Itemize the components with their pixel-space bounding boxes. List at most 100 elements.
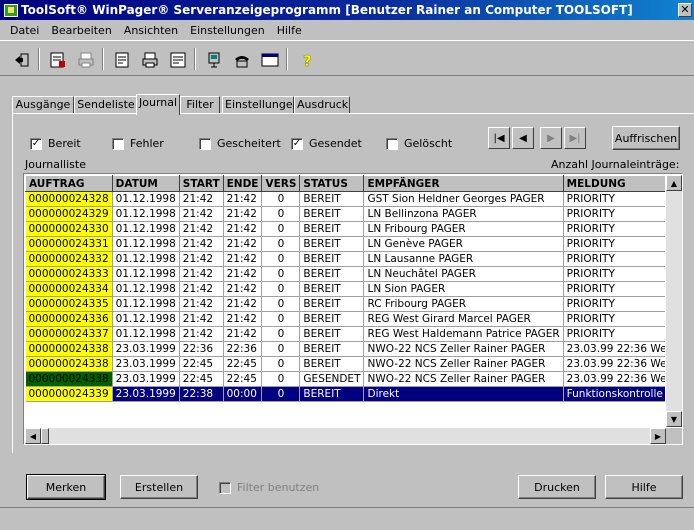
table-cell: 000000024333 [25,266,113,282]
table-row[interactable]: 000000024337 01.12.1998 21:42 21:42 0 BEREIT R… [25,326,665,342]
column-header[interactable]: START [178,175,224,192]
app-icon [4,3,18,17]
table-row[interactable]: 000000024335 01.12.1998 21:42 21:42 0 BEREIT R… [25,296,665,312]
next-record-button[interactable]: ▶ [540,127,562,149]
table-row[interactable]: 000000024338 23.03.1999 22:45 22:45 0 BEREIT N… [25,356,665,372]
menu-datei[interactable]: Datei [4,24,45,37]
menu-bearbeiten[interactable]: Bearbeiten [45,24,117,37]
column-header[interactable]: AUFTRAG [25,175,113,192]
title-bar[interactable]: ToolSoft® WinPager® Serveranzeigeprogram… [0,0,694,20]
column-header[interactable]: VERS [261,175,301,192]
properties-icon[interactable] [166,49,190,71]
phone-icon[interactable] [230,49,254,71]
journal-grid[interactable]: AUFTRAG DATUM START ENDE VERS STATUS EMPFÄNGER… [23,173,683,445]
table-cell: 0 [261,236,301,252]
menu-ansichten[interactable]: Ansichten [118,24,184,37]
column-header[interactable]: EMPFÄNGER [363,175,564,192]
checkbox[interactable]: ✓ [30,137,42,150]
scroll-up-icon[interactable]: ▲ [666,175,682,191]
tab-einstellungen[interactable]: Einstellungen [222,96,300,114]
toolbar-separator [38,48,40,70]
tab-ausgaenge[interactable]: Ausgänge [12,96,74,114]
table-cell: 21:42 [223,296,263,312]
table-row[interactable]: 000000024329 01.12.1998 21:42 21:42 0 BEREIT L… [25,206,665,222]
table-row[interactable]: 000000024332 01.12.1998 21:42 21:42 0 BEREIT L… [25,251,665,267]
table-cell: 0 [261,341,301,357]
checkbox[interactable] [219,481,231,494]
table-cell: PRIORITY [563,221,665,237]
table-cell: PRIORITY [563,281,665,297]
column-header[interactable]: DATUM [111,175,180,192]
merken-button[interactable]: Merken [26,474,106,500]
clipboard-icon[interactable] [110,49,134,71]
checkbox[interactable] [112,137,124,150]
new-message-icon[interactable] [46,49,70,71]
refresh-button[interactable]: Auffrischen [612,126,680,150]
table-cell: 000000024338 [25,341,113,357]
printer-icon[interactable] [138,49,162,71]
tab-sendeliste[interactable]: Sendeliste [74,96,138,114]
horizontal-scrollbar[interactable]: ◀ ▶ [25,428,666,444]
close-button[interactable]: ✕ [678,3,692,17]
erstellen-button[interactable]: Erstellen [120,475,198,499]
table-cell: 21:42 [179,296,224,312]
checkbox-label: Gelöscht [404,137,453,150]
filter-geloescht[interactable]: Gelöscht [386,137,452,150]
table-row[interactable]: 000000024334 01.12.1998 21:42 21:42 0 BEREIT L… [25,281,665,297]
table-row[interactable]: 000000024338 23.03.1999 22:45 22:45 0 GESENDE… [25,371,665,387]
grid-viewport: AUFTRAG DATUM START ENDE VERS STATUS EMPFÄNGER… [25,175,665,427]
checkbox-label: Gesendet [309,137,362,150]
pager-icon[interactable] [202,49,226,71]
table-cell: 22:36 [179,341,224,357]
table-row[interactable]: 000000024333 01.12.1998 21:42 21:42 0 BEREIT L… [25,266,665,282]
column-header[interactable]: MELDUNG [562,175,665,192]
table-cell: PRIORITY [563,266,665,282]
checkbox[interactable] [386,137,398,150]
window-icon[interactable] [258,49,282,71]
table-cell: Funktionskontrolle T [563,386,665,402]
filter-gescheitert[interactable]: Gescheitert [199,137,281,150]
table-cell: Direkt [363,386,564,402]
filter-benutzen-checkbox[interactable]: Filter benutzen [219,481,319,494]
drucken-button[interactable]: Drucken [518,475,596,499]
table-cell: PRIORITY [563,296,665,312]
column-header[interactable]: STATUS [299,175,365,192]
scroll-down-icon[interactable]: ▼ [666,411,682,427]
help-icon[interactable]: ? [296,49,320,71]
table-row[interactable]: 000000024331 01.12.1998 21:42 21:42 0 BEREIT L… [25,236,665,252]
filter-bereit[interactable]: ✓ Bereit [30,137,81,150]
menu-hilfe[interactable]: Hilfe [271,24,308,37]
prev-record-button[interactable]: ◀ [512,127,534,149]
scroll-left-icon[interactable]: ◀ [25,428,41,444]
h-scroll-thumb[interactable] [41,428,49,444]
tab-journal[interactable]: Journal [136,94,180,115]
table-row[interactable]: 000000024328 01.12.1998 21:42 21:42 0 BEREIT G… [25,191,665,207]
table-row[interactable]: 000000024336 01.12.1998 21:42 21:42 0 BEREIT R… [25,311,665,327]
table-row[interactable]: 000000024338 23.03.1999 22:36 22:36 0 BEREIT N… [25,341,665,357]
window-title: ToolSoft® WinPager® Serveranzeigeprogram… [21,3,633,17]
filter-fehler[interactable]: Fehler [112,137,164,150]
table-row[interactable]: 000000024339 23.03.1999 22:38 00:00 0 BEREIT D… [25,386,665,402]
exit-icon[interactable] [10,49,34,71]
table-cell: 000000024338 [25,356,113,372]
hilfe-button[interactable]: Hilfe [605,475,683,499]
vertical-scrollbar[interactable]: ▲ ▼ [666,175,682,427]
table-cell: BEREIT [299,386,365,402]
tab-filter[interactable]: Filter [180,96,220,114]
filter-gesendet[interactable]: ✓ Gesendet [291,137,362,150]
table-cell: 21:42 [223,311,263,327]
column-header[interactable]: ENDE [222,175,263,192]
table-cell: 21:42 [223,221,263,237]
table-row[interactable]: 000000024330 01.12.1998 21:42 21:42 0 BEREIT L… [25,221,665,237]
table-cell: 000000024330 [25,221,113,237]
table-cell: 0 [261,251,301,267]
menu-einstellungen[interactable]: Einstellungen [184,24,271,37]
tab-ausdruck[interactable]: Ausdruck [294,96,350,114]
checkbox[interactable]: ✓ [291,137,303,150]
scroll-right-icon[interactable]: ▶ [650,428,666,444]
first-record-button[interactable]: |◀ [488,127,510,149]
checkbox[interactable] [199,137,211,150]
table-cell: REG West Haldemann Patrice PAGER [363,326,564,342]
print-icon[interactable] [74,49,98,71]
last-record-button[interactable]: ▶| [564,127,586,149]
